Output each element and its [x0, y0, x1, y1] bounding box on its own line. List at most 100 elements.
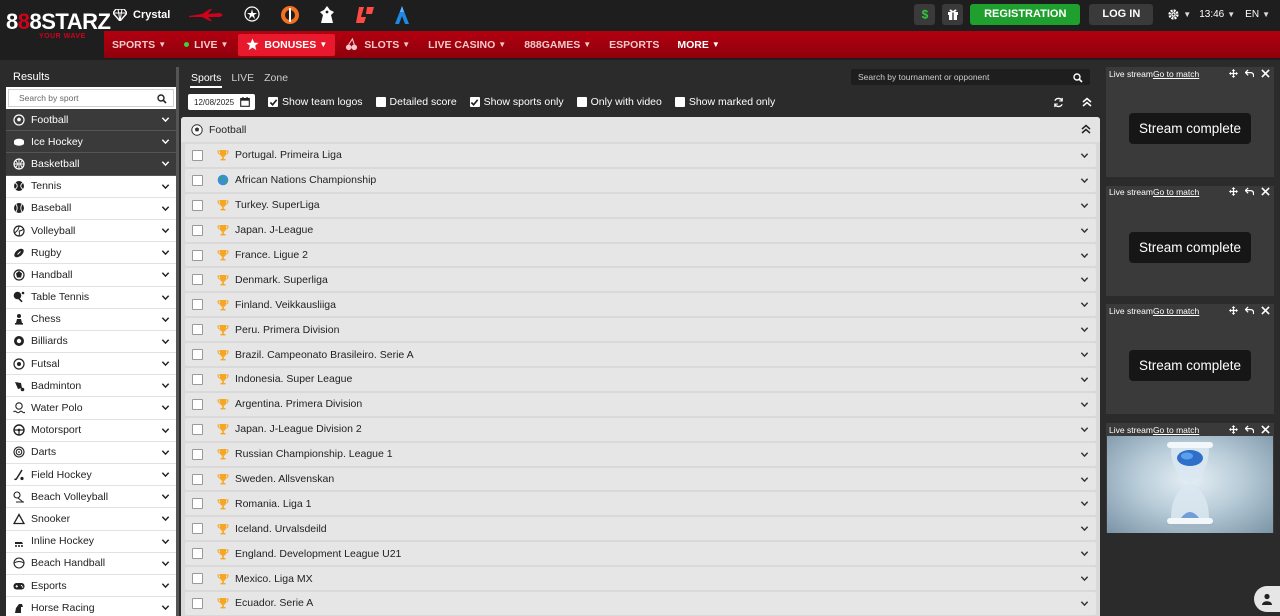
sport-group-header[interactable]: Football — [181, 117, 1100, 142]
chevron-down-icon[interactable] — [161, 581, 170, 593]
filter-detailed-score[interactable]: Detailed score — [375, 96, 457, 108]
league-checkbox[interactable] — [192, 299, 203, 311]
sidebar-item-darts[interactable]: Darts — [6, 442, 176, 464]
league-checkbox[interactable] — [192, 473, 203, 485]
league-row[interactable]: Russian Championship. League 1 — [185, 442, 1096, 466]
chevron-down-icon[interactable] — [161, 514, 170, 526]
double-chevron-up-icon[interactable] — [1081, 124, 1091, 137]
tab-live[interactable]: LIVE — [231, 67, 254, 88]
tab-sports[interactable]: Sports — [189, 67, 223, 88]
stream-loading-hourglass[interactable] — [1107, 436, 1273, 534]
league-row[interactable]: Brazil. Campeonato Brasileiro. Serie A — [185, 343, 1096, 367]
sidebar-item-chess[interactable]: Chess — [6, 309, 176, 331]
chevron-down-icon[interactable] — [1080, 599, 1089, 611]
chevron-down-icon[interactable] — [161, 359, 170, 371]
go-to-match-link[interactable]: Go to match — [1153, 306, 1199, 316]
search-icon[interactable] — [1073, 72, 1083, 86]
chevron-down-icon[interactable] — [161, 182, 170, 194]
stream-player[interactable]: Stream complete — [1106, 198, 1274, 296]
tab-zone[interactable]: Zone — [264, 67, 288, 88]
chevron-down-icon[interactable] — [1080, 574, 1089, 586]
league-row[interactable]: Peru. Primera Division — [185, 318, 1096, 342]
partner-premier-league[interactable] — [318, 4, 336, 26]
chevron-down-icon[interactable] — [161, 115, 170, 127]
language-selector[interactable]: EN ▼ — [1245, 9, 1270, 20]
chevron-down-icon[interactable] — [1080, 499, 1089, 511]
sidebar-item-football[interactable]: Football — [6, 109, 176, 132]
chevron-down-icon[interactable] — [161, 403, 170, 415]
chevron-down-icon[interactable] — [161, 248, 170, 260]
chevron-down-icon[interactable] — [161, 137, 170, 149]
settings-button[interactable]: ▼ — [1167, 8, 1191, 21]
close-icon[interactable] — [1260, 68, 1270, 78]
nav-more[interactable]: MORE ▼ — [669, 34, 727, 56]
league-checkbox[interactable] — [192, 423, 203, 435]
sidebar-item-badminton[interactable]: Badminton — [6, 375, 176, 398]
move-icon[interactable] — [1228, 187, 1238, 197]
league-checkbox[interactable] — [192, 274, 203, 286]
chevron-down-icon[interactable] — [161, 603, 170, 615]
league-checkbox[interactable] — [192, 398, 203, 410]
sidebar-item-motorsport[interactable]: Motorsport — [6, 420, 176, 442]
sidebar-item-volleyball[interactable]: Volleyball — [6, 220, 176, 243]
deposit-button[interactable]: $ — [914, 3, 936, 25]
sidebar-item-horse-racing[interactable]: Horse Racing — [6, 597, 176, 616]
chevron-down-icon[interactable] — [161, 470, 170, 482]
league-checkbox[interactable] — [192, 174, 203, 186]
filter-show-sports-only[interactable]: Show sports only — [469, 96, 564, 108]
chevron-down-icon[interactable] — [1080, 475, 1089, 487]
stream-player[interactable]: Stream complete — [1106, 317, 1274, 415]
chevron-down-icon[interactable] — [161, 226, 170, 238]
undo-icon[interactable] — [1244, 305, 1254, 315]
partner-europa-league[interactable] — [280, 4, 300, 26]
chevron-down-icon[interactable] — [161, 559, 170, 571]
chevron-down-icon[interactable] — [161, 537, 170, 549]
sidebar-item-inline-hockey[interactable]: Inline Hockey — [6, 531, 176, 553]
partner-laliga[interactable] — [354, 4, 376, 26]
league-checkbox[interactable] — [192, 349, 203, 361]
league-row[interactable]: Indonesia. Super League — [185, 368, 1096, 391]
league-row[interactable]: Portugal. Primeira Liga — [185, 144, 1096, 167]
checkbox[interactable] — [375, 97, 386, 107]
nav-888games[interactable]: 888GAMES ▼ — [516, 34, 599, 56]
chevron-down-icon[interactable] — [1080, 450, 1089, 462]
chevron-down-icon[interactable] — [1080, 549, 1089, 561]
chevron-down-icon[interactable] — [161, 204, 170, 216]
league-row[interactable]: African Nations Championship — [185, 168, 1096, 192]
sidebar-item-basketball[interactable]: Basketball — [6, 153, 176, 176]
league-checkbox[interactable] — [192, 573, 203, 585]
sidebar-item-futsal[interactable]: Futsal — [6, 353, 176, 376]
login-button[interactable]: LOG IN — [1089, 3, 1154, 25]
chevron-down-icon[interactable] — [161, 448, 170, 460]
league-checkbox[interactable] — [192, 498, 203, 510]
sidebar-item-water-polo[interactable]: Water Polo — [6, 397, 176, 420]
sidebar-item-field-hockey[interactable]: Field Hockey — [6, 464, 176, 487]
move-icon[interactable] — [1228, 305, 1238, 315]
sidebar-item-table-tennis[interactable]: Table Tennis — [6, 287, 176, 309]
clock[interactable]: 13:46 ▼ — [1199, 9, 1235, 20]
nav-live-casino[interactable]: LIVE CASINO ▼ — [420, 34, 514, 56]
league-checkbox[interactable] — [192, 548, 203, 560]
close-icon[interactable] — [1260, 424, 1270, 434]
league-row[interactable]: France. Ligue 2 — [185, 243, 1096, 267]
filter-show-marked-only[interactable]: Show marked only — [674, 96, 775, 108]
checkbox[interactable] — [268, 97, 278, 107]
league-row[interactable]: Turkey. SuperLiga — [185, 193, 1096, 217]
chevron-down-icon[interactable] — [1080, 275, 1089, 287]
chevron-down-icon[interactable] — [1080, 201, 1089, 213]
nav-sports[interactable]: SPORTS ▼ — [104, 34, 174, 56]
league-checkbox[interactable] — [192, 448, 203, 460]
partner-jet[interactable] — [188, 4, 224, 26]
sidebar-item-baseball[interactable]: Baseball — [6, 198, 176, 220]
chevron-down-icon[interactable] — [1080, 350, 1089, 362]
date-picker[interactable]: 12/08/2025 — [188, 94, 255, 110]
chevron-down-icon[interactable] — [1080, 251, 1089, 263]
league-checkbox[interactable] — [192, 373, 203, 385]
partner-champions-league[interactable] — [242, 4, 262, 26]
league-checkbox[interactable] — [192, 597, 203, 609]
filter-only-with-video[interactable]: Only with video — [576, 96, 662, 108]
chevron-down-icon[interactable] — [161, 270, 170, 282]
logo[interactable]: 888STARZ YOUR WAVE — [6, 11, 111, 45]
chevron-down-icon[interactable] — [1080, 400, 1089, 412]
close-icon[interactable] — [1260, 305, 1270, 315]
